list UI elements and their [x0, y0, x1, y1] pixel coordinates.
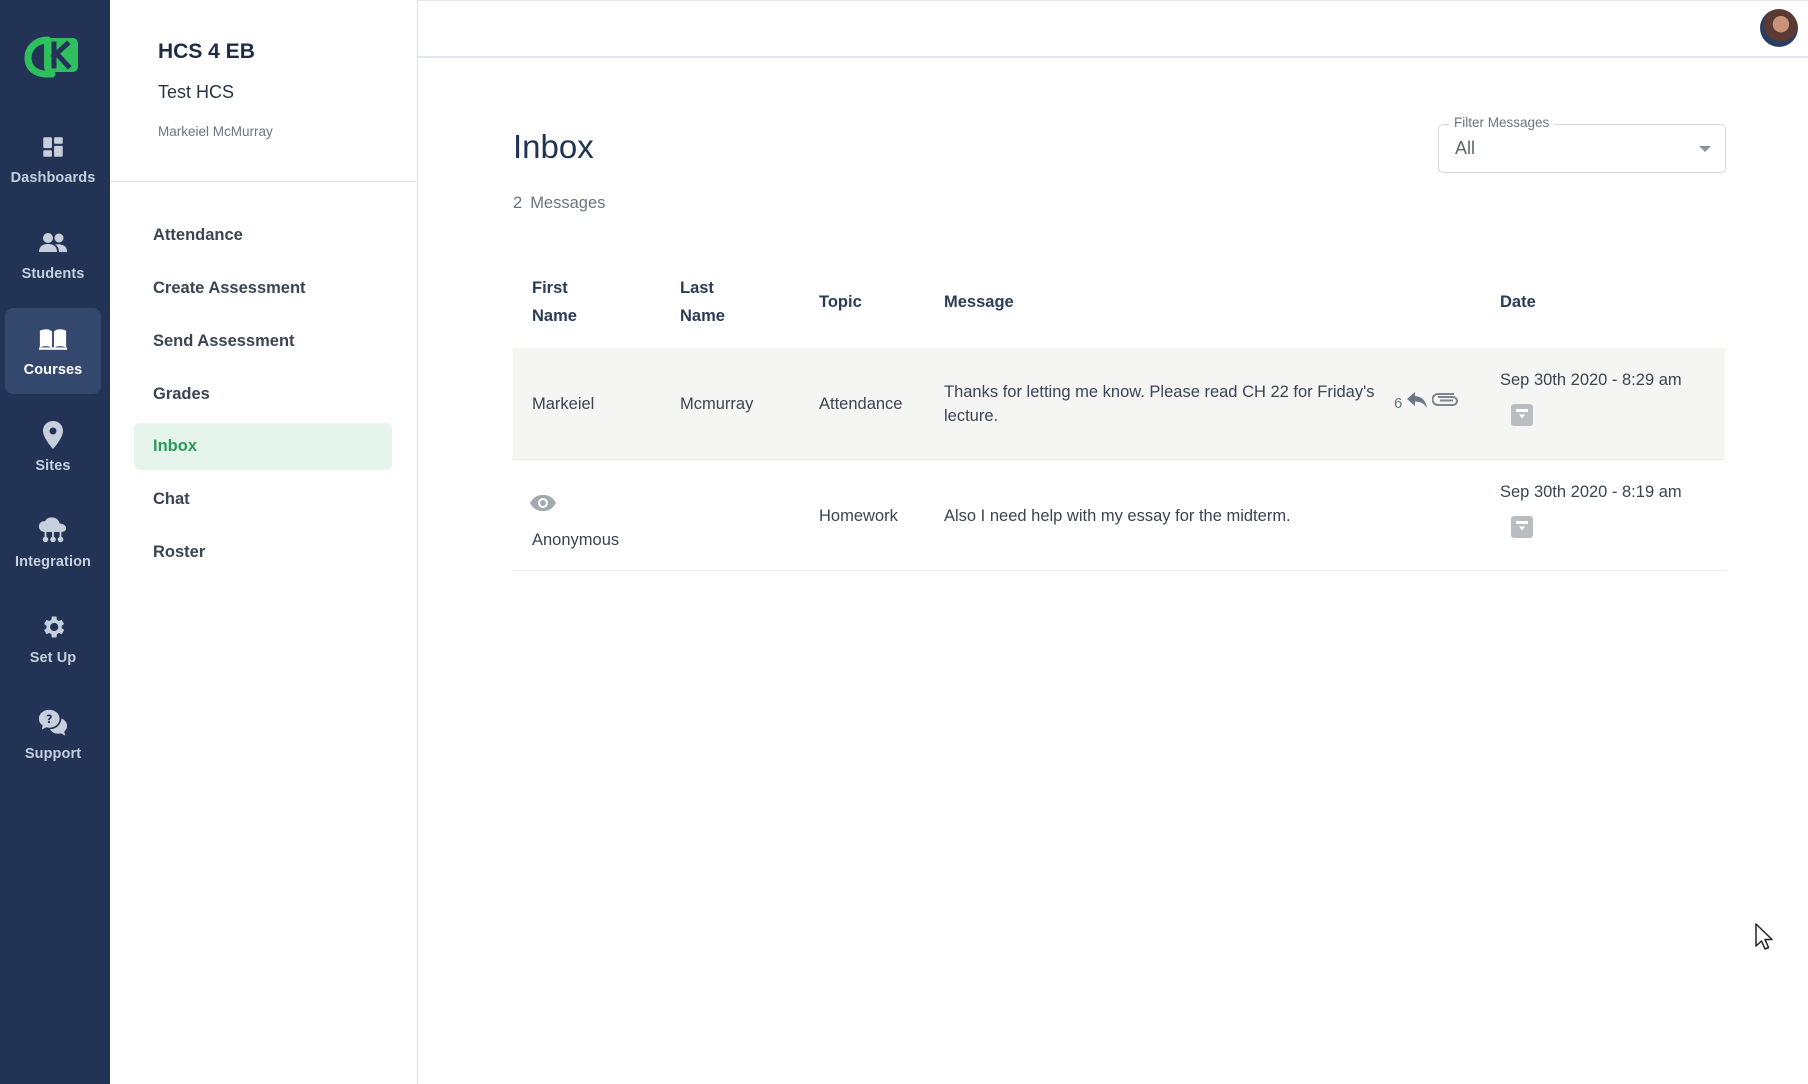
help-chat-icon: ?: [38, 708, 68, 738]
message-count-label: Messages: [530, 194, 606, 212]
course-panel: HCS 4 EB Test HCS Markeiel McMurray Atte…: [110, 0, 418, 1084]
rail-item-label: Integration: [14, 554, 91, 570]
rail-item-students[interactable]: Students: [5, 212, 101, 298]
header-last-name-line1: Last: [680, 279, 714, 297]
book-icon: [38, 324, 68, 354]
course-header-divider: [110, 181, 418, 182]
rail-item-label: Sites: [35, 458, 71, 474]
table-header: First Name Last Name Topic Message Date: [513, 270, 1725, 348]
table-row[interactable]: Markeiel Mcmurray Attendance Thanks for …: [513, 348, 1725, 460]
left-rail: Dashboards Students Courses Sites Integr…: [0, 0, 110, 1084]
filter-messages-value: All: [1455, 138, 1476, 158]
rail-item-label: Courses: [23, 362, 83, 378]
rail-item-courses[interactable]: Courses: [5, 308, 101, 394]
nav-item-chat[interactable]: Chat: [134, 476, 392, 523]
cell-message: Also I need help with my essay for the m…: [944, 507, 1291, 525]
cell-topic: Homework: [819, 507, 898, 525]
cloud-network-icon: [38, 516, 68, 546]
attachment-icon[interactable]: [1431, 392, 1460, 413]
eye-icon: [529, 494, 557, 517]
cell-date: Sep 30th 2020 - 8:29 am: [1500, 371, 1682, 389]
mouse-cursor-icon: [1754, 922, 1774, 957]
cell-first-name: Markeiel: [532, 395, 595, 413]
message-count-number: 2: [513, 194, 523, 212]
header-last-name[interactable]: Last Name: [680, 274, 725, 330]
rail-item-label: Set Up: [29, 650, 77, 666]
archive-icon[interactable]: [1511, 404, 1533, 426]
nav-item-send-assessment[interactable]: Send Assessment: [134, 318, 392, 365]
reply-icon[interactable]: [1406, 391, 1428, 414]
rail-item-label: Support: [24, 746, 82, 762]
rail-item-sites[interactable]: Sites: [5, 404, 101, 490]
page-title: Inbox: [513, 128, 594, 165]
rail-item-label: Students: [21, 266, 85, 282]
cell-last-name: Mcmurray: [680, 395, 754, 413]
reply-count: 6: [1394, 395, 1403, 412]
archive-icon[interactable]: [1511, 516, 1533, 538]
header-last-name-line2: Name: [680, 307, 725, 325]
ck-logo-icon[interactable]: [22, 32, 84, 80]
course-title: HCS 4 EB: [158, 40, 255, 63]
dropdown-arrow-icon: [1699, 146, 1711, 152]
cell-date: Sep 30th 2020 - 8:19 am: [1500, 483, 1682, 501]
table-row[interactable]: Anonymous Homework Also I need help with…: [513, 460, 1725, 571]
filter-messages-label: Filter Messages: [1449, 115, 1555, 130]
rail-item-support[interactable]: ? Support: [5, 692, 101, 778]
cell-message: Thanks for letting me know. Please read …: [944, 383, 1375, 425]
course-subtitle: Test HCS: [158, 82, 235, 102]
cell-first-name: Anonymous: [532, 531, 620, 549]
header-date[interactable]: Date: [1500, 288, 1536, 316]
nav-item-create-assessment[interactable]: Create Assessment: [134, 265, 392, 312]
nav-item-attendance[interactable]: Attendance: [134, 212, 392, 259]
avatar[interactable]: [1760, 9, 1798, 47]
people-icon: [38, 228, 68, 258]
message-count: 2 Messages: [513, 194, 605, 213]
header-first-name-line2: Name: [532, 307, 577, 325]
nav-item-grades[interactable]: Grades: [134, 371, 392, 418]
svg-text:?: ?: [46, 713, 53, 726]
nav-item-roster[interactable]: Roster: [134, 529, 392, 576]
location-pin-icon: [38, 420, 68, 450]
rail-item-integration[interactable]: Integration: [5, 500, 101, 586]
rail-item-dashboards[interactable]: Dashboards: [5, 116, 101, 202]
course-instructor: Markeiel McMurray: [158, 124, 273, 139]
header-first-name-line1: First: [532, 279, 568, 297]
rail-item-label: Dashboards: [10, 170, 96, 186]
rail-item-setup[interactable]: Set Up: [5, 596, 101, 682]
header-first-name[interactable]: First Name: [532, 274, 577, 330]
dashboard-icon: [38, 132, 68, 162]
cell-topic: Attendance: [819, 395, 903, 413]
header-message[interactable]: Message: [944, 288, 1014, 316]
filter-messages-select[interactable]: Filter Messages All: [1438, 115, 1726, 173]
header-topic[interactable]: Topic: [819, 288, 862, 316]
top-bar: [418, 0, 1808, 58]
gear-icon: [38, 612, 68, 642]
nav-item-inbox[interactable]: Inbox: [134, 423, 392, 470]
